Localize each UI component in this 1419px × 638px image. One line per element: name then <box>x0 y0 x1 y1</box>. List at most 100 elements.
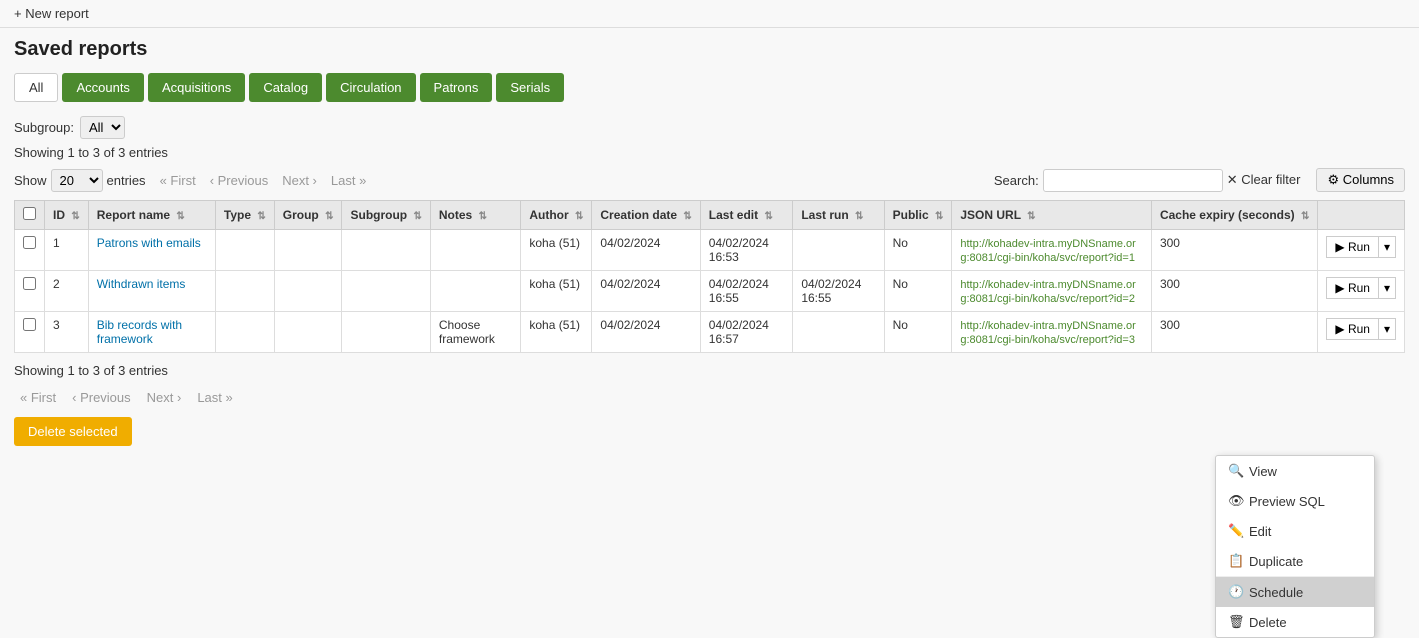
context-menu-item-delete[interactable]: 🗑 Delete <box>1216 607 1374 637</box>
actions-header <box>1318 201 1405 230</box>
row-actions: ▶ Run ▾ <box>1318 271 1405 312</box>
delete-selected-button[interactable]: Delete selected <box>14 417 132 446</box>
context-menu-item-view[interactable]: 🔍View <box>1216 456 1374 486</box>
row-group <box>274 271 342 312</box>
row-last-run <box>793 312 884 353</box>
previous-button-bottom[interactable]: ‹ Previous <box>66 388 137 407</box>
reports-table: ID ⇅ Report name ⇅ Type ⇅ Group ⇅ Subgro… <box>14 200 1405 353</box>
json-url-header: JSON URL ⇅ <box>952 201 1152 230</box>
tab-serials[interactable]: Serials <box>496 73 564 102</box>
context-menu-item-preview-sql[interactable]: 👁Preview SQL <box>1216 486 1374 516</box>
row-cache-expiry: 300 <box>1151 312 1317 353</box>
notes-header: Notes ⇅ <box>430 201 520 230</box>
row-last-edit: 04/02/2024 16:57 <box>700 312 793 353</box>
row-checkbox-cell <box>15 230 45 271</box>
json-url-link[interactable]: http://kohadev-intra.myDNSname.org:8081/… <box>960 279 1135 305</box>
edit-icon: ✏️ <box>1228 523 1242 539</box>
first-button-top[interactable]: « First <box>154 171 202 190</box>
columns-button[interactable]: ⚙ Columns <box>1316 168 1405 192</box>
row-author: koha (51) <box>521 312 592 353</box>
select-all-checkbox[interactable] <box>23 207 36 220</box>
table-row: 2 Withdrawn items koha (51) 04/02/2024 0… <box>15 271 1405 312</box>
table-row: 1 Patrons with emails koha (51) 04/02/20… <box>15 230 1405 271</box>
show-label: Show <box>14 173 47 188</box>
report-name-header: Report name ⇅ <box>88 201 215 230</box>
row-actions: ▶ Run ▾ <box>1318 312 1405 353</box>
tab-circulation[interactable]: Circulation <box>326 73 415 102</box>
row-checkbox[interactable] <box>23 236 36 249</box>
row-actions: ▶ Run ▾ <box>1318 230 1405 271</box>
last-edit-header: Last edit ⇅ <box>700 201 793 230</box>
row-group <box>274 312 342 353</box>
row-checkbox-cell <box>15 271 45 312</box>
subgroup-select[interactable]: All <box>80 116 125 139</box>
last-button-bottom[interactable]: Last » <box>191 388 238 407</box>
report-name-link[interactable]: Patrons with emails <box>97 236 201 250</box>
row-checkbox[interactable] <box>23 277 36 290</box>
row-last-edit: 04/02/2024 16:55 <box>700 271 793 312</box>
context-menu-item-schedule[interactable]: 🕐Schedule <box>1216 576 1374 607</box>
pagination-bottom: « First ‹ Previous Next › Last » <box>14 388 1405 407</box>
context-menu-item-duplicate[interactable]: 📋Duplicate <box>1216 546 1374 576</box>
next-button-bottom[interactable]: Next › <box>141 388 188 407</box>
run-button[interactable]: ▶ Run <box>1326 236 1378 258</box>
entries-select[interactable]: 102050100 <box>51 169 103 192</box>
row-last-run <box>793 230 884 271</box>
next-button-top[interactable]: Next › <box>276 171 323 190</box>
tab-accounts[interactable]: Accounts <box>62 73 143 102</box>
row-author: koha (51) <box>521 271 592 312</box>
row-id: 3 <box>45 312 89 353</box>
top-bar: + New report <box>0 0 1419 28</box>
search-input[interactable] <box>1043 169 1223 192</box>
last-button-top[interactable]: Last » <box>325 171 372 190</box>
run-button[interactable]: ▶ Run <box>1326 277 1378 299</box>
row-last-edit: 04/02/2024 16:53 <box>700 230 793 271</box>
pagination-top: « First ‹ Previous Next › Last » <box>154 171 373 190</box>
last-run-header: Last run ⇅ <box>793 201 884 230</box>
row-checkbox[interactable] <box>23 318 36 331</box>
row-subgroup <box>342 230 430 271</box>
clear-filter-button[interactable]: ✕ Clear filter <box>1227 172 1301 188</box>
search-area: Search: ✕ Clear filter <box>994 169 1301 192</box>
tab-acquisitions[interactable]: Acquisitions <box>148 73 245 102</box>
context-menu-label: View <box>1249 464 1277 479</box>
json-url-link[interactable]: http://kohadev-intra.myDNSname.org:8081/… <box>960 238 1135 264</box>
showing-top: Showing 1 to 3 of 3 entries <box>14 145 1405 160</box>
tab-catalog[interactable]: Catalog <box>249 73 322 102</box>
row-last-run: 04/02/2024 16:55 <box>793 271 884 312</box>
row-type <box>215 230 274 271</box>
group-header: Group ⇅ <box>274 201 342 230</box>
row-json-url: http://kohadev-intra.myDNSname.org:8081/… <box>952 230 1152 271</box>
context-menu-item-edit[interactable]: ✏️Edit <box>1216 516 1374 546</box>
type-header: Type ⇅ <box>215 201 274 230</box>
tabs-bar: AllAccountsAcquisitionsCatalogCirculatio… <box>0 67 1419 108</box>
report-name-link[interactable]: Bib records with framework <box>97 318 182 346</box>
row-cache-expiry: 300 <box>1151 230 1317 271</box>
row-id: 2 <box>45 271 89 312</box>
entries-suffix: entries <box>107 173 146 188</box>
context-menu-label: Delete <box>1249 615 1287 630</box>
row-public: No <box>884 312 952 353</box>
previous-button-top[interactable]: ‹ Previous <box>204 171 275 190</box>
row-json-url: http://kohadev-intra.myDNSname.org:8081/… <box>952 312 1152 353</box>
subgroup-label: Subgroup: <box>14 120 74 135</box>
run-dropdown-button[interactable]: ▾ <box>1378 277 1396 299</box>
row-report-name: Bib records with framework <box>88 312 215 353</box>
content-area: Subgroup: All Showing 1 to 3 of 3 entrie… <box>0 108 1419 454</box>
row-checkbox-cell <box>15 312 45 353</box>
run-dropdown-button[interactable]: ▾ <box>1378 318 1396 340</box>
preview-sql-icon: 👁 <box>1228 493 1242 509</box>
json-url-link[interactable]: http://kohadev-intra.myDNSname.org:8081/… <box>960 320 1135 346</box>
tab-patrons[interactable]: Patrons <box>420 73 493 102</box>
new-report-button[interactable]: + New report <box>14 6 89 21</box>
tab-all[interactable]: All <box>14 73 58 102</box>
pagination-search-row: Show 102050100 entries « First ‹ Previou… <box>14 168 1405 192</box>
row-type <box>215 271 274 312</box>
show-entries: Show 102050100 entries <box>14 169 146 192</box>
first-button-bottom[interactable]: « First <box>14 388 62 407</box>
report-name-link[interactable]: Withdrawn items <box>97 277 186 291</box>
delete-icon: 🗑 <box>1228 614 1242 630</box>
run-button[interactable]: ▶ Run <box>1326 318 1378 340</box>
row-subgroup <box>342 312 430 353</box>
run-dropdown-button[interactable]: ▾ <box>1378 236 1396 258</box>
